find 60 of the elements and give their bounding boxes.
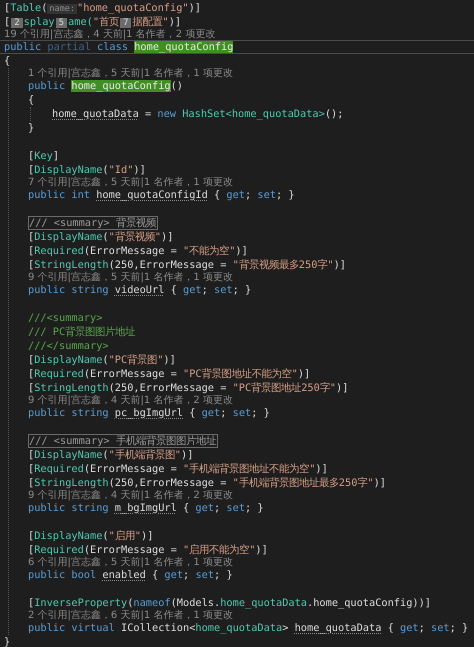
code-text: [	[4, 16, 10, 28]
code-line: [DisplayName("手机端背景图")]	[28, 448, 194, 462]
codelens-info[interactable]: 9 个引用|宫志鑫，5 天前|1 名作者，1 项更改	[28, 272, 474, 283]
code-line: {	[28, 93, 34, 107]
code-text: (	[41, 2, 48, 14]
hint-badge: 5	[56, 18, 68, 28]
code-line: public string pc_bgImgUrl { get; set; }	[28, 406, 270, 420]
codelens-info[interactable]: 6 个引用|宫志鑫，5 天前|1 名作者，1 项更改	[28, 557, 474, 568]
code-text: public	[4, 41, 42, 53]
code-text: ()	[170, 80, 184, 92]
code-text: public	[28, 80, 66, 92]
code-line: [DisplayName("PC背景图")]	[28, 353, 176, 367]
code-text: "home_quotaConfig"	[77, 2, 189, 14]
code-line: public int home_quotaConfigId { get; set; }	[28, 188, 295, 202]
collapsed-comment: /// <summary> 背景视频	[28, 216, 158, 230]
code-text: "首页	[92, 16, 120, 28]
code-line: home_quotaData = new HashSet<home_quotaData>();	[52, 107, 344, 121]
codelens-info[interactable]: 19 个引用|宫志鑫，4 天前|1 名作者，2 项更改	[4, 29, 474, 40]
parameter-hint: name:	[47, 4, 77, 14]
code-text: [	[4, 2, 10, 14]
code-text: )]	[168, 16, 182, 28]
codelens-info[interactable]: 2 个引用|宫志鑫，6 天前|1 名作者，1 项更改	[28, 610, 474, 621]
code-line: [Required(ErrorMessage = "手机端背景图地址不能为空")]	[28, 462, 328, 476]
code-line: [Required(ErrorMessage = "PC背景图地址不能为空")]	[28, 367, 310, 381]
code-line: {	[4, 54, 10, 68]
code-line: [StringLength(250,ErrorMessage = "PC背景图地址250字")]	[28, 381, 348, 394]
code-line: [Required(ErrorMessage = "启用不能为空")]	[28, 543, 268, 556]
codelens-info[interactable]: 9 个引用|宫志鑫，4 天前|1 名作者，2 项更改	[28, 395, 474, 406]
code-line: ///<summary>	[28, 311, 102, 325]
code-line: [Required(ErrorMessage = "不能为空")]	[28, 244, 248, 258]
code-line: [InverseProperty(nameof(Models.home_quotaData.home_quotaConfig))]	[28, 596, 432, 610]
code-text: partial	[47, 41, 92, 53]
code-line: [DisplayName("背景视频")]	[28, 230, 174, 244]
code-text: class	[97, 41, 130, 53]
highlighted-symbol: home_quotaConfig	[134, 41, 234, 53]
code-line: ///</summary>	[28, 339, 109, 353]
code-line: }	[4, 635, 10, 647]
code-line: [StringLength(250,ErrorMessage = "手机端背景图地址最多250字")]	[28, 476, 386, 490]
code-line: public string videoUrl { get; set; }	[28, 283, 252, 297]
codelens-info[interactable]: 1 个引用|宫志鑫，5 天前|1 名作者，1 项更改	[28, 68, 474, 79]
code-line: public bool enabled { get; set; }	[28, 568, 233, 582]
code-text: ame(	[68, 16, 93, 28]
hint-badge: 2	[11, 18, 23, 28]
hint-badge: 7	[120, 18, 132, 28]
code-text: splay	[24, 16, 55, 28]
code-text: 据配置"	[132, 16, 169, 28]
collapsed-comment: /// <summary> 手机端背景图图片地址	[28, 434, 218, 448]
code-text: Table	[10, 2, 42, 14]
code-text: )]	[188, 2, 201, 14]
code-line: /// PC背景图图片地址	[28, 325, 136, 339]
code-line: [DisplayName("启用")]	[28, 529, 154, 543]
code-line: public virtual ICollection<home_quotaData> home_quotaData { get; set; }	[28, 621, 468, 635]
code-line: }	[28, 121, 34, 135]
code-line: [StringLength(250,ErrorMessage = "背景视频最多250字")]	[28, 258, 346, 272]
codelens-info[interactable]: 7 个引用|宫志鑫，5 天前|1 名作者，1 项更改	[28, 177, 474, 188]
code-line: public string m_bgImgUrl { get; set; }	[28, 501, 264, 515]
code-line: [DisplayName("Id")]	[28, 163, 146, 176]
highlighted-symbol: home_quotaConfig	[71, 80, 171, 92]
code-line: [Key]	[28, 149, 60, 163]
codelens-info[interactable]: 9 个引用|宫志鑫，4 天前|1 名作者，2 项更改	[28, 490, 474, 501]
